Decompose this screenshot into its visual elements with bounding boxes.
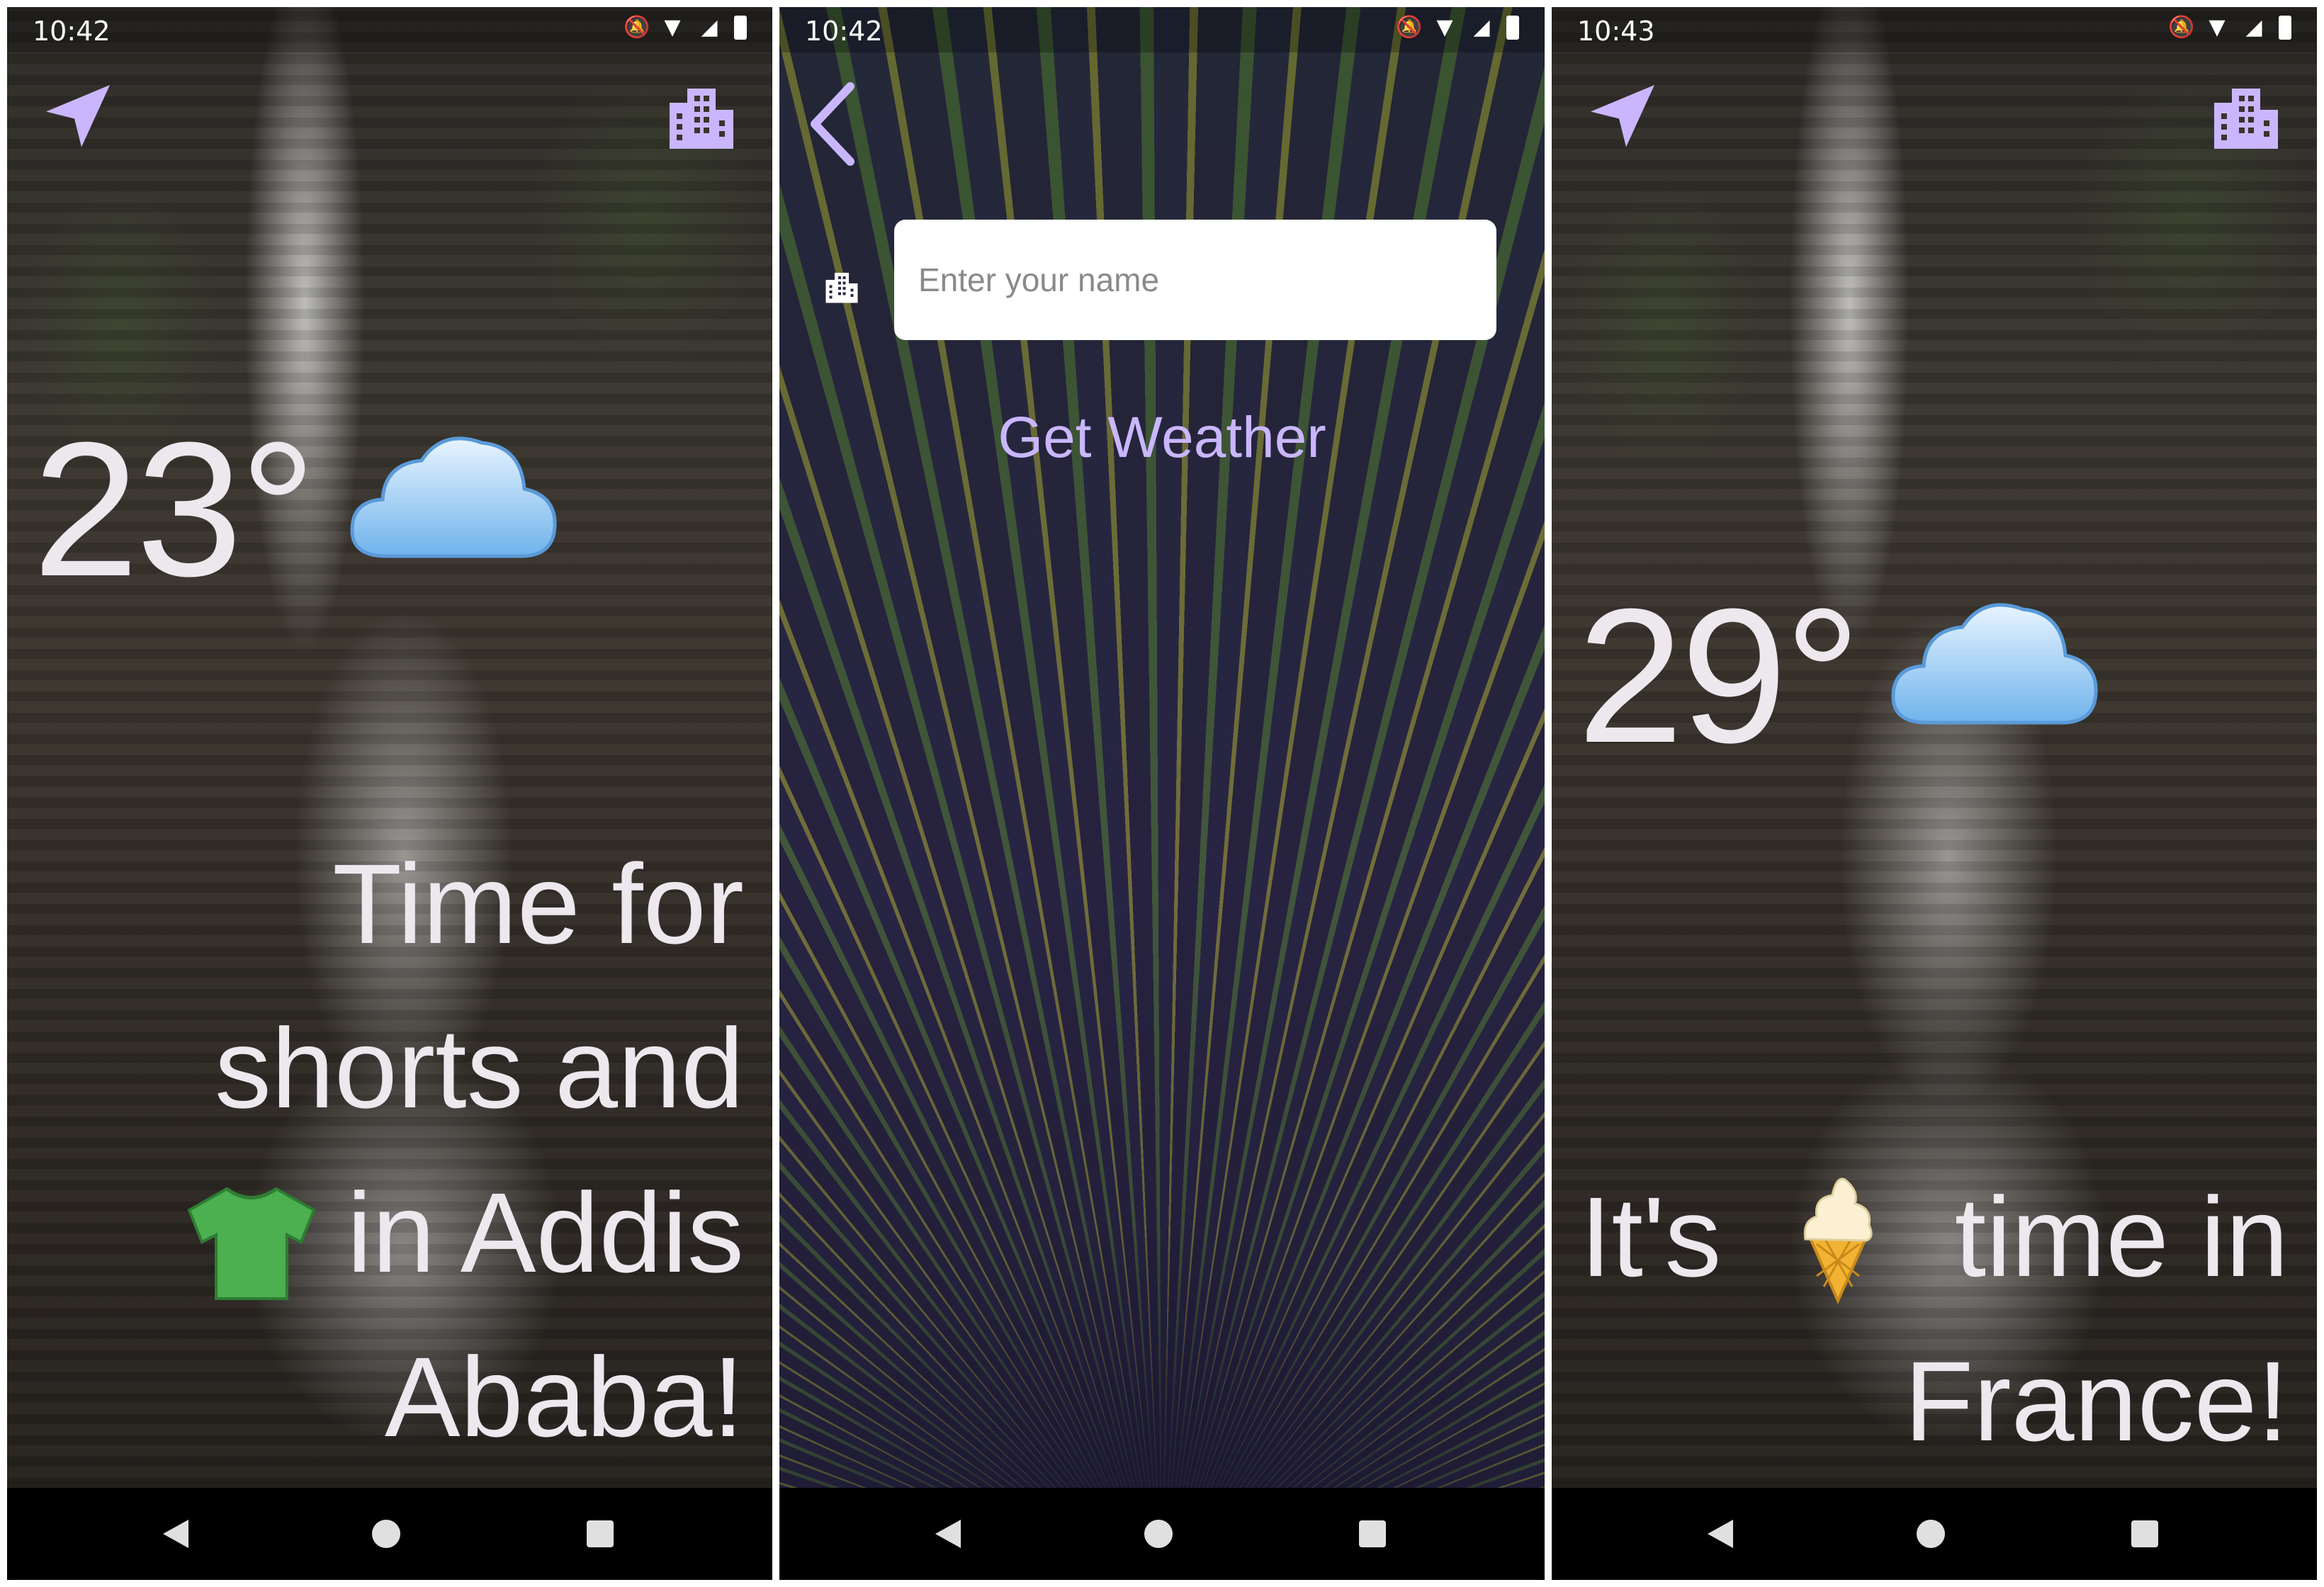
weather-message: Time for shorts and in Addis Ababa! xyxy=(35,822,744,1479)
city-icon[interactable] xyxy=(659,74,744,159)
mute-icon: 🔕 xyxy=(624,15,650,40)
city-icon[interactable] xyxy=(2204,74,2289,159)
nav-recents-icon[interactable] xyxy=(2131,1520,2158,1547)
message-line: shorts and xyxy=(214,1005,744,1131)
weather-message: It's time in France! xyxy=(1580,1155,2289,1484)
cloud-emoji xyxy=(350,436,557,558)
phone-screen-city-search: 10:42 🔕 ▼ ◢ Get Weather xyxy=(779,7,1545,1580)
status-time: 10:43 xyxy=(1577,16,1655,47)
message-line: Time for xyxy=(332,840,744,967)
signal-icon: ◢ xyxy=(1473,15,1490,40)
back-chevron-icon[interactable] xyxy=(801,78,864,170)
nav-back-icon[interactable] xyxy=(935,1520,961,1548)
signal-icon: ◢ xyxy=(2245,15,2262,40)
phone-screen-city-weather: 10:43 🔕 ▼ ◢ 29° It's time in France! xyxy=(1552,7,2317,1580)
system-nav-bar xyxy=(779,1488,1545,1580)
status-bar: 10:42 🔕 ▼ ◢ xyxy=(7,7,772,52)
city-name-input[interactable] xyxy=(894,220,1496,340)
nav-home-icon[interactable] xyxy=(372,1520,400,1548)
mute-icon: 🔕 xyxy=(1396,15,1423,40)
get-weather-button[interactable]: Get Weather xyxy=(779,404,1545,472)
status-icons: 🔕 ▼ ◢ xyxy=(624,16,747,40)
message-line: It's xyxy=(1580,1173,1722,1300)
message-line: time in xyxy=(1954,1173,2289,1300)
location-arrow-icon[interactable] xyxy=(1580,74,1665,159)
wifi-icon: ▼ xyxy=(664,15,681,40)
cloud-emoji xyxy=(1891,603,2098,725)
nav-home-icon[interactable] xyxy=(1144,1520,1173,1548)
nav-back-icon[interactable] xyxy=(163,1520,188,1548)
battery-icon xyxy=(734,16,747,40)
signal-icon: ◢ xyxy=(701,15,718,40)
wifi-icon: ▼ xyxy=(2209,15,2226,40)
wifi-icon: ▼ xyxy=(1436,15,1453,40)
city-icon xyxy=(825,273,858,303)
mute-icon: 🔕 xyxy=(2168,15,2195,40)
status-bar: 10:42 🔕 ▼ ◢ xyxy=(779,7,1545,52)
system-nav-bar xyxy=(7,1488,772,1580)
message-line-with-emoji: It's time in xyxy=(1580,1155,2289,1319)
temperature: 23° xyxy=(33,403,316,616)
system-nav-bar xyxy=(1552,1488,2317,1580)
status-icons: 🔕 ▼ ◢ xyxy=(2168,16,2291,40)
location-arrow-icon[interactable] xyxy=(35,74,120,159)
phone-screen-location-weather: 10:42 🔕 ▼ ◢ 23° Time for shorts and in A… xyxy=(7,7,772,1580)
battery-icon xyxy=(2279,16,2291,40)
nav-recents-icon[interactable] xyxy=(1359,1520,1386,1547)
ice-cream-emoji xyxy=(1803,1177,1873,1304)
t-shirt-emoji xyxy=(188,1187,316,1300)
status-time: 10:42 xyxy=(33,16,111,47)
message-line: France! xyxy=(1904,1338,2289,1464)
nav-recents-icon[interactable] xyxy=(587,1520,614,1547)
message-line: in Addis xyxy=(346,1169,744,1296)
message-line: Ababa! xyxy=(384,1333,744,1460)
message-line-with-emoji: in Addis xyxy=(35,1151,744,1315)
status-time: 10:42 xyxy=(805,16,883,47)
nav-home-icon[interactable] xyxy=(1917,1520,1945,1548)
status-icons: 🔕 ▼ ◢ xyxy=(1396,16,1519,40)
temperature: 29° xyxy=(1577,570,1861,783)
battery-icon xyxy=(1506,16,1519,40)
nav-back-icon[interactable] xyxy=(1708,1520,1733,1548)
status-bar: 10:43 🔕 ▼ ◢ xyxy=(1552,7,2317,52)
